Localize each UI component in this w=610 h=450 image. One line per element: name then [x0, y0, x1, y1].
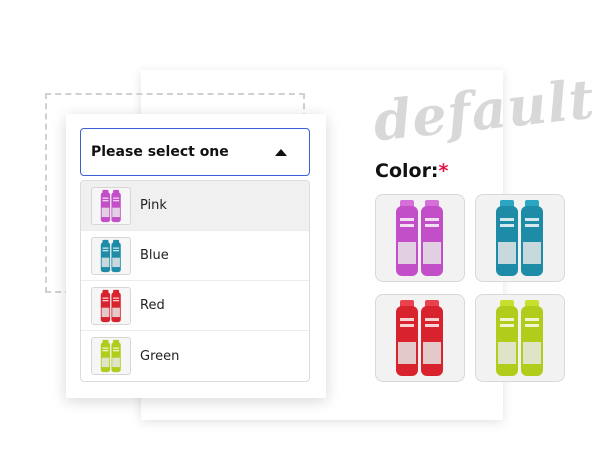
option-label: Blue — [140, 248, 169, 263]
select-placeholder: Please select one — [91, 144, 229, 160]
color-select[interactable]: Please select one — [80, 128, 310, 176]
bottle-pair-icon — [496, 200, 543, 276]
option-blue[interactable]: Blue — [81, 231, 309, 281]
bottle-pair-icon — [496, 300, 543, 376]
stage: default Color:* Please select one Pink B… — [0, 0, 610, 450]
option-label: Pink — [140, 198, 167, 213]
option-thumbnail — [91, 236, 131, 275]
default-watermark: default — [370, 66, 598, 154]
options-list: Pink Blue Red Green — [80, 180, 310, 382]
bottle-pair-icon — [100, 239, 121, 272]
color-label: Color:* — [375, 160, 448, 182]
swatch-red[interactable] — [375, 294, 465, 382]
bottle-pair-icon — [396, 300, 443, 376]
option-green[interactable]: Green — [81, 331, 309, 381]
swatch-pink[interactable] — [375, 194, 465, 282]
option-label: Green — [140, 348, 180, 364]
swatch-blue[interactable] — [475, 194, 565, 282]
swatch-green[interactable] — [475, 294, 565, 382]
option-red[interactable]: Red — [81, 281, 309, 331]
dropdown-panel: Please select one Pink Blue Red Green — [66, 114, 326, 398]
bottle-pair-icon — [100, 339, 121, 373]
option-pink[interactable]: Pink — [81, 181, 309, 231]
required-mark: * — [438, 160, 449, 182]
bottle-pair-icon — [100, 289, 121, 322]
option-thumbnail — [91, 186, 131, 225]
option-thumbnail — [91, 286, 131, 325]
caret-up-icon — [275, 148, 287, 156]
color-label-text: Color: — [375, 160, 439, 182]
bottle-pair-icon — [396, 200, 443, 276]
option-thumbnail — [91, 337, 131, 375]
bottle-pair-icon — [100, 189, 121, 222]
option-label: Red — [140, 298, 165, 313]
